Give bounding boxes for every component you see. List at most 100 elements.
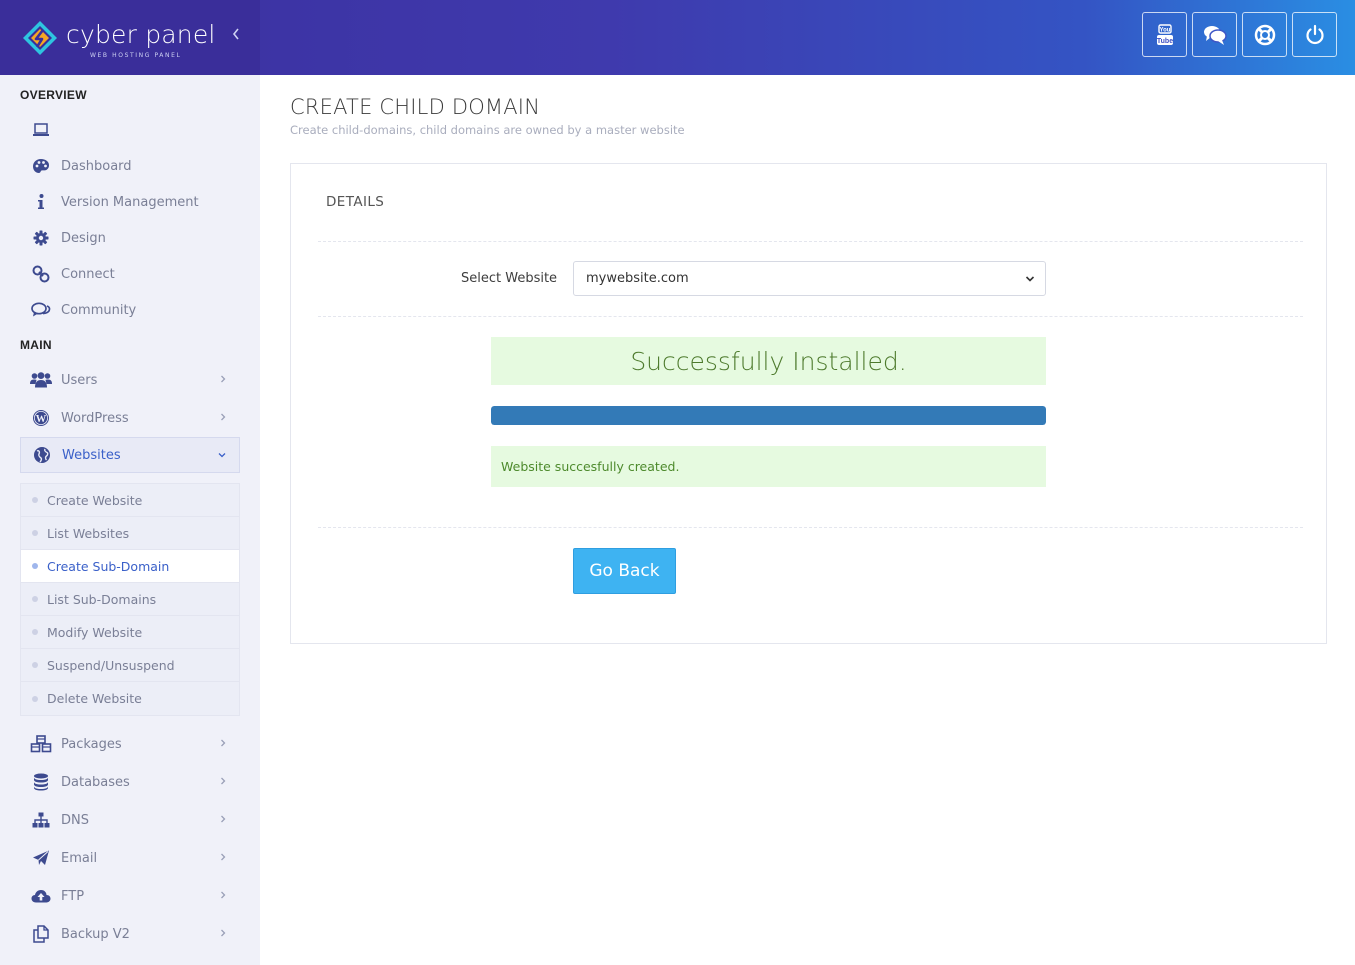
bullet-icon [32,563,38,569]
sidebar-item-connect[interactable]: Connect [20,256,240,292]
sidebar-item-label: Connect [61,266,115,282]
laptop-icon [30,119,52,141]
sidebar-item-label: Databases [61,774,130,790]
sidebar-item-packages[interactable]: Packages [20,726,240,762]
youtube-button[interactable]: You Tube [1142,12,1187,57]
submenu-item-label: List Websites [47,525,130,541]
brand-name: cyber panel [66,20,216,49]
chevron-right-icon [221,413,226,421]
sidebar-item-label: Version Management [61,194,199,210]
logo-area: cyber panel WEB HOSTING PANEL [0,0,260,75]
sidebar-item-label: Users [61,372,98,388]
website-select[interactable]: mywebsite.com [573,261,1046,296]
sidebar-item-dns[interactable]: DNS [20,802,240,838]
sidebar-item-label: Websites [62,447,121,463]
sidebar-item-label: DNS [61,812,89,828]
sidebar-item-email[interactable]: Email [20,840,240,876]
divider [318,241,1303,242]
sidebar-item-dashboard[interactable]: Dashboard [20,148,240,184]
bullet-icon [32,629,38,635]
users-icon [30,369,52,391]
cloud-upload-icon [30,885,52,907]
sidebar-item-databases[interactable]: Databases [20,764,240,800]
sidebar-item-label: WordPress [61,410,129,426]
submenu-item-label: Modify Website [47,624,143,640]
go-back-button[interactable]: Go Back [573,548,676,594]
link-icon [30,263,52,285]
sidebar-item-backup-v2[interactable]: Backup V2 [20,916,240,952]
sidebar-item-websites[interactable]: Websites [20,437,240,473]
website-select-value: mywebsite.com [586,271,689,286]
sidebar-item-label: FTP [61,888,85,904]
details-panel: DETAILS Select Website mywebsite.com Suc… [290,163,1327,644]
submenu-item-label: Create Sub-Domain [47,558,170,574]
sidebar-item-label: Packages [61,736,122,752]
chevron-right-icon [221,929,226,937]
select-website-label: Select Website [461,271,558,286]
chat-bubbles-icon [1203,25,1227,45]
cubes-icon [30,733,52,755]
bullet-icon [32,530,38,536]
submenu-item-modify-website[interactable]: Modify Website [21,616,239,649]
page-title: CREATE CHILD DOMAIN [290,95,541,119]
sitemap-icon [30,809,52,831]
database-icon [30,771,52,793]
sidebar-item-design[interactable]: Design [20,220,240,256]
paper-plane-icon [30,847,52,869]
main-heading: MAIN [20,338,52,352]
sidebar-item-community[interactable]: Community [20,292,240,328]
panel-title: DETAILS [326,194,385,210]
sidebar: OVERVIEW Dashboard Version Management De… [0,75,260,965]
info-icon [30,191,52,213]
submenu-item-label: Create Website [47,492,143,508]
sidebar-item-label: Backup V2 [61,926,130,942]
submenu-item-label: Suspend/Unsuspend [47,657,175,673]
chevron-left-icon[interactable] [232,28,240,44]
submenu-item-label: Delete Website [47,691,142,706]
submenu-item-suspend-unsuspend[interactable]: Suspend/Unsuspend [21,649,239,682]
top-header: cyber panel WEB HOSTING PANEL You Tube [0,0,1355,75]
overview-heading: OVERVIEW [20,88,87,102]
support-button[interactable] [1242,12,1287,57]
sidebar-item-users[interactable]: Users [20,362,240,398]
chevron-right-icon [221,739,226,747]
sidebar-item-overview[interactable] [20,112,240,148]
gear-icon [30,227,52,249]
brand-tagline: WEB HOSTING PANEL [90,52,182,59]
page-subtitle: Create child-domains, child domains are … [290,123,685,137]
submenu-item-create-sub-domain[interactable]: Create Sub-Domain [21,550,239,583]
submenu-item-list-websites[interactable]: List Websites [21,517,239,550]
bullet-icon [32,596,38,602]
chevron-down-icon [218,453,226,458]
install-progress-bar [491,406,1046,425]
life-ring-icon [1254,24,1275,45]
logout-button[interactable] [1292,12,1337,57]
sidebar-item-ftp[interactable]: FTP [20,878,240,914]
svg-text:W: W [36,414,47,425]
sidebar-item-version-management[interactable]: Version Management [20,184,240,220]
sidebar-item-label: Email [61,850,98,866]
chevron-right-icon [221,815,226,823]
copy-icon [30,923,52,945]
cyberpanel-logo-icon [23,21,57,55]
wordpress-icon: W [30,407,52,429]
youtube-icon: You Tube [1156,23,1173,45]
divider [318,527,1303,528]
chevron-down-icon [1025,276,1035,282]
globe-icon [31,444,53,466]
websites-submenu: Create Website List Websites Create Sub-… [20,483,240,716]
chevron-right-icon [221,891,226,899]
sidebar-item-wordpress[interactable]: W WordPress [20,400,240,436]
comments-icon [30,299,52,321]
bullet-icon [32,695,38,702]
chat-button[interactable] [1192,12,1237,57]
sidebar-item-label: Dashboard [61,158,132,174]
submenu-item-list-sub-domains[interactable]: List Sub-Domains [21,583,239,616]
palette-icon [30,155,52,177]
bullet-icon [32,662,38,668]
svg-text:Tube: Tube [1156,38,1172,45]
submenu-item-create-website[interactable]: Create Website [21,484,239,517]
sidebar-item-label: Design [61,230,106,246]
success-banner: Successfully Installed. [491,337,1046,385]
submenu-item-delete-website[interactable]: Delete Website [21,682,239,715]
